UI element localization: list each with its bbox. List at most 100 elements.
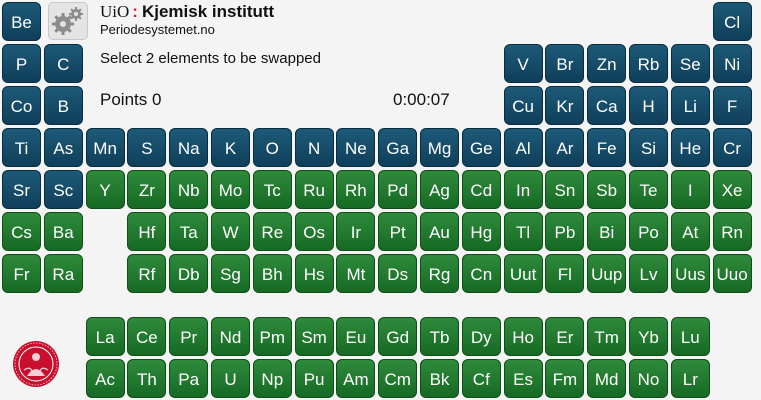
- element-tile-uus[interactable]: Uus: [670, 254, 710, 293]
- element-tile-as[interactable]: As: [43, 128, 83, 167]
- element-tile-pa[interactable]: Pa: [169, 359, 209, 398]
- element-tile-cu[interactable]: Cu: [503, 86, 543, 125]
- element-tile-no[interactable]: No: [629, 359, 668, 398]
- element-tile-o[interactable]: O: [252, 128, 292, 167]
- element-tile-hs[interactable]: Hs: [294, 254, 334, 293]
- element-tile-s[interactable]: S: [127, 128, 167, 167]
- element-tile-si[interactable]: Si: [629, 128, 668, 167]
- element-tile-pm[interactable]: Pm: [252, 317, 292, 356]
- element-tile-tm[interactable]: Tm: [587, 317, 627, 356]
- element-tile-fm[interactable]: Fm: [545, 359, 585, 398]
- element-tile-se[interactable]: Se: [670, 44, 710, 83]
- element-tile-k[interactable]: K: [211, 128, 250, 167]
- element-tile-cr[interactable]: Cr: [712, 128, 752, 167]
- element-tile-ir[interactable]: Ir: [336, 212, 376, 251]
- element-tile-nb[interactable]: Nb: [169, 170, 209, 209]
- element-tile-pr[interactable]: Pr: [169, 317, 209, 356]
- element-tile-w[interactable]: W: [211, 212, 250, 251]
- element-tile-ho[interactable]: Ho: [503, 317, 543, 356]
- element-tile-ru[interactable]: Ru: [294, 170, 334, 209]
- element-tile-xe[interactable]: Xe: [712, 170, 752, 209]
- element-tile-ga[interactable]: Ga: [378, 128, 418, 167]
- settings-button[interactable]: [48, 2, 88, 40]
- element-tile-ti[interactable]: Ti: [2, 128, 41, 167]
- element-tile-es[interactable]: Es: [503, 359, 543, 398]
- element-tile-os[interactable]: Os: [294, 212, 334, 251]
- element-tile-mo[interactable]: Mo: [211, 170, 250, 209]
- element-tile-i[interactable]: I: [670, 170, 710, 209]
- element-tile-sg[interactable]: Sg: [211, 254, 250, 293]
- element-tile-ar[interactable]: Ar: [545, 128, 585, 167]
- element-tile-uuo[interactable]: Uuo: [712, 254, 752, 293]
- element-tile-la[interactable]: La: [85, 317, 125, 356]
- element-tile-tl[interactable]: Tl: [503, 212, 543, 251]
- element-tile-pb[interactable]: Pb: [545, 212, 585, 251]
- element-tile-bh[interactable]: Bh: [252, 254, 292, 293]
- element-tile-sb[interactable]: Sb: [587, 170, 627, 209]
- element-tile-in[interactable]: In: [503, 170, 543, 209]
- element-tile-eu[interactable]: Eu: [336, 317, 376, 356]
- site-link[interactable]: Periodesystemet.no: [100, 22, 215, 37]
- element-tile-rh[interactable]: Rh: [336, 170, 376, 209]
- element-tile-v[interactable]: V: [503, 44, 543, 83]
- element-tile-fl[interactable]: Fl: [545, 254, 585, 293]
- element-tile-tb[interactable]: Tb: [420, 317, 459, 356]
- element-tile-b[interactable]: B: [43, 86, 83, 125]
- element-tile-au[interactable]: Au: [420, 212, 459, 251]
- element-tile-lv[interactable]: Lv: [629, 254, 668, 293]
- element-tile-mn[interactable]: Mn: [85, 128, 125, 167]
- element-tile-at[interactable]: At: [670, 212, 710, 251]
- element-tile-ni[interactable]: Ni: [712, 44, 752, 83]
- element-tile-lu[interactable]: Lu: [670, 317, 710, 356]
- element-tile-uup[interactable]: Uup: [587, 254, 627, 293]
- element-tile-dy[interactable]: Dy: [461, 317, 501, 356]
- element-tile-h[interactable]: H: [629, 86, 668, 125]
- element-tile-c[interactable]: C: [43, 44, 83, 83]
- element-tile-lr[interactable]: Lr: [670, 359, 710, 398]
- element-tile-hg[interactable]: Hg: [461, 212, 501, 251]
- element-tile-ge[interactable]: Ge: [461, 128, 501, 167]
- element-tile-rn[interactable]: Rn: [712, 212, 752, 251]
- element-tile-cf[interactable]: Cf: [461, 359, 501, 398]
- element-tile-fr[interactable]: Fr: [2, 254, 41, 293]
- element-tile-db[interactable]: Db: [169, 254, 209, 293]
- element-tile-yb[interactable]: Yb: [629, 317, 668, 356]
- element-tile-pd[interactable]: Pd: [378, 170, 418, 209]
- element-tile-cs[interactable]: Cs: [2, 212, 41, 251]
- element-tile-ag[interactable]: Ag: [420, 170, 459, 209]
- element-tile-po[interactable]: Po: [629, 212, 668, 251]
- element-tile-hf[interactable]: Hf: [127, 212, 167, 251]
- element-tile-am[interactable]: Am: [336, 359, 376, 398]
- element-tile-n[interactable]: N: [294, 128, 334, 167]
- element-tile-sc[interactable]: Sc: [43, 170, 83, 209]
- element-tile-uut[interactable]: Uut: [503, 254, 543, 293]
- element-tile-zn[interactable]: Zn: [587, 44, 627, 83]
- element-tile-th[interactable]: Th: [127, 359, 167, 398]
- element-tile-np[interactable]: Np: [252, 359, 292, 398]
- element-tile-kr[interactable]: Kr: [545, 86, 585, 125]
- element-tile-rf[interactable]: Rf: [127, 254, 167, 293]
- element-tile-er[interactable]: Er: [545, 317, 585, 356]
- element-tile-cl[interactable]: Cl: [712, 2, 752, 41]
- element-tile-ba[interactable]: Ba: [43, 212, 83, 251]
- element-tile-ra[interactable]: Ra: [43, 254, 83, 293]
- element-tile-ac[interactable]: Ac: [85, 359, 125, 398]
- element-tile-re[interactable]: Re: [252, 212, 292, 251]
- element-tile-he[interactable]: He: [670, 128, 710, 167]
- element-tile-md[interactable]: Md: [587, 359, 627, 398]
- element-tile-bk[interactable]: Bk: [420, 359, 459, 398]
- element-tile-mg[interactable]: Mg: [420, 128, 459, 167]
- element-tile-te[interactable]: Te: [629, 170, 668, 209]
- element-tile-p[interactable]: P: [2, 44, 41, 83]
- element-tile-sm[interactable]: Sm: [294, 317, 334, 356]
- element-tile-mt[interactable]: Mt: [336, 254, 376, 293]
- institute-logo[interactable]: UiO: Kjemisk institutt: [100, 2, 274, 22]
- element-tile-br[interactable]: Br: [545, 44, 585, 83]
- element-tile-fe[interactable]: Fe: [587, 128, 627, 167]
- element-tile-tc[interactable]: Tc: [252, 170, 292, 209]
- element-tile-nd[interactable]: Nd: [211, 317, 250, 356]
- element-tile-be[interactable]: Be: [2, 2, 41, 41]
- element-tile-pu[interactable]: Pu: [294, 359, 334, 398]
- element-tile-sn[interactable]: Sn: [545, 170, 585, 209]
- element-tile-pt[interactable]: Pt: [378, 212, 418, 251]
